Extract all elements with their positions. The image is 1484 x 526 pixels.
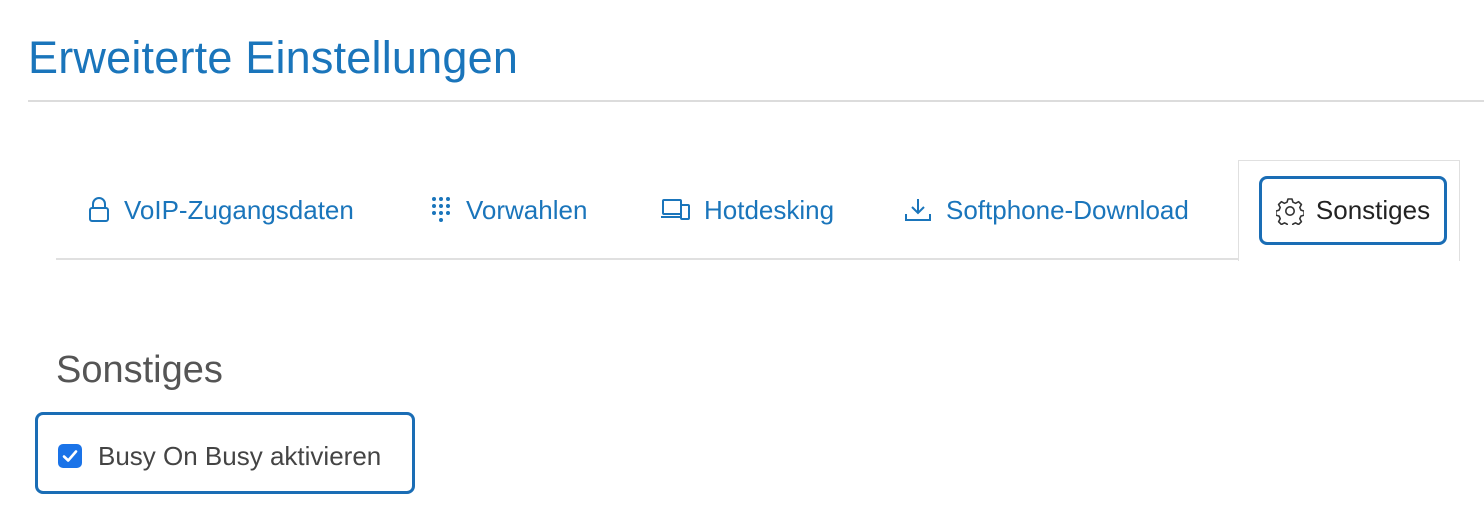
tab-sonstiges[interactable]: Sonstiges <box>1259 176 1447 245</box>
section-heading: Sonstiges <box>56 349 223 391</box>
advanced-settings-page: Erweiterte Einstellungen VoIP-Zugangsdat… <box>0 0 1484 526</box>
checkmark-icon <box>62 450 78 462</box>
dialpad-icon <box>430 196 452 224</box>
busy-on-busy-row[interactable]: Busy On Busy aktivieren <box>58 439 381 473</box>
busy-on-busy-checkbox[interactable] <box>58 444 82 468</box>
tab-voip-zugangsdaten[interactable]: VoIP-Zugangsdaten <box>88 188 354 232</box>
title-divider <box>28 100 1484 102</box>
lock-icon <box>88 197 110 223</box>
busy-on-busy-option: Busy On Busy aktivieren <box>35 412 415 494</box>
tab-hotdesking[interactable]: Hotdesking <box>660 188 834 232</box>
download-icon <box>904 197 932 223</box>
tab-label: VoIP-Zugangsdaten <box>124 194 354 225</box>
page-title: Erweiterte Einstellungen <box>28 32 519 83</box>
tab-label: Vorwahlen <box>466 194 588 225</box>
tab-softphone-download[interactable]: Softphone-Download <box>904 188 1189 232</box>
tab-sonstiges-container: Sonstiges <box>1238 160 1460 261</box>
tab-label: Sonstiges <box>1315 195 1431 225</box>
busy-on-busy-label: Busy On Busy aktivieren <box>98 441 382 471</box>
tab-bar: VoIP-Zugangsdaten Vorwahlen Hotdesking S… <box>56 160 1484 261</box>
tab-bar-divider <box>56 258 1238 260</box>
tab-label: Hotdesking <box>704 194 835 225</box>
gear-icon <box>1275 197 1304 225</box>
devices-icon <box>660 198 690 222</box>
tab-vorwahlen[interactable]: Vorwahlen <box>430 188 587 232</box>
tab-label: Softphone-Download <box>946 194 1189 225</box>
